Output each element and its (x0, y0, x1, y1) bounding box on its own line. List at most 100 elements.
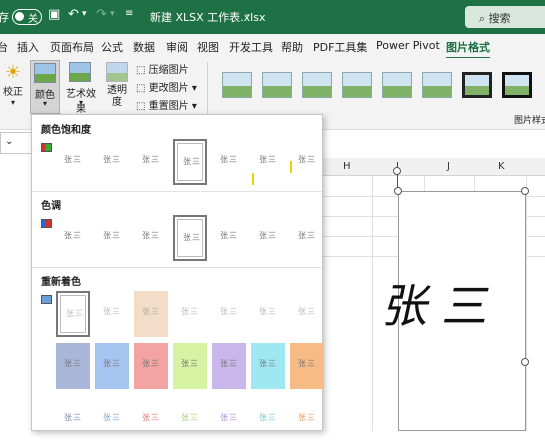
transparency-icon (106, 62, 128, 82)
chevron-down-icon: ▾ (10, 98, 15, 107)
chevron-down-icon: ▾ (188, 83, 197, 94)
tab-power-pivot[interactable]: Power Pivot (376, 39, 440, 52)
resize-handle-top-left[interactable] (394, 187, 402, 195)
search-label: 搜索 (488, 12, 511, 25)
redo-icon[interactable]: ↷ (96, 7, 107, 22)
change-picture-button[interactable]: ⬚ 更改图片 ▾ (136, 79, 197, 94)
thumbnail-signature: 张三 (259, 413, 277, 422)
undo-dropdown-icon[interactable]: ▾ (82, 9, 87, 19)
customize-quick-access-icon[interactable]: ≡ (125, 8, 133, 19)
autosave-toggle[interactable]: 关 (12, 9, 42, 25)
recolor-dark-option-7[interactable]: 张三 (290, 397, 324, 443)
tone-option-7[interactable]: 张三 (290, 215, 324, 261)
thumbnail-signature: 张三 (183, 233, 201, 242)
recolor-dark-option-5[interactable]: 张三 (212, 397, 246, 443)
tab-insert[interactable]: 插入 (17, 39, 39, 55)
column-header-j[interactable]: J (447, 161, 450, 172)
tab-view[interactable]: 视图 (197, 39, 219, 55)
picture-style-1[interactable] (222, 72, 252, 98)
tab-picture-format[interactable]: 图片格式 (446, 39, 490, 59)
picture-style-4[interactable] (342, 72, 372, 98)
thumbnail-signature: 张三 (142, 359, 160, 368)
recolor-light-option-1[interactable]: 张三 (56, 343, 90, 389)
picture-signature: 张三 (378, 279, 511, 333)
separator (32, 267, 322, 268)
recolor-dark-option-1[interactable]: 张三 (56, 397, 90, 443)
search-box[interactable]: ⌕ 搜索 (465, 6, 545, 28)
picture-color-icon (34, 63, 56, 83)
tab-help[interactable]: 帮助 (281, 39, 303, 55)
picture-style-8[interactable] (502, 72, 532, 98)
recolor-dark-option-3[interactable]: 张三 (134, 397, 168, 443)
recolor-option-1[interactable]: 张三 (56, 291, 90, 337)
tab-formulas[interactable]: 公式 (101, 39, 123, 55)
tone-option-2[interactable]: 张三 (95, 215, 129, 261)
group-divider (207, 62, 208, 120)
saturation-option-5[interactable]: 张三 (212, 139, 246, 185)
recolor-option-6[interactable]: 张三 (251, 291, 285, 337)
recolor-light-option-6[interactable]: 张三 (251, 343, 285, 389)
recolor-dark-option-4[interactable]: 张三 (173, 397, 207, 443)
thumbnail-signature: 张三 (142, 307, 160, 316)
tone-option-6[interactable]: 张三 (251, 215, 285, 261)
tab-home[interactable]: 台 (0, 39, 8, 55)
redo-dropdown-icon[interactable]: ▾ (110, 9, 115, 19)
tone-option-4[interactable]: 张三 (173, 215, 207, 261)
picture-style-6[interactable] (422, 72, 452, 98)
chevron-down-icon: ▾ (188, 101, 197, 112)
picture-style-5[interactable] (382, 72, 412, 98)
recolor-option-5[interactable]: 张三 (212, 291, 246, 337)
title-dropdown-icon[interactable]: ⌄ (244, 9, 252, 19)
tab-developer[interactable]: 开发工具 (229, 39, 273, 55)
thumbnail-signature: 张三 (64, 155, 82, 164)
search-icon: ⌕ (479, 12, 489, 25)
recolor-option-2[interactable]: 张三 (95, 291, 129, 337)
color-button[interactable]: 颜色 ▾ (30, 60, 60, 114)
recolor-dark-option-6[interactable]: 张三 (251, 397, 285, 443)
undo-icon[interactable]: ↶ (68, 7, 79, 22)
separator (32, 191, 322, 192)
tab-page-layout[interactable]: 页面布局 (50, 39, 94, 55)
column-header-k[interactable]: K (498, 161, 505, 172)
picture-style-3[interactable] (302, 72, 332, 98)
tab-data[interactable]: 数据 (133, 39, 155, 55)
saturation-option-4[interactable]: 张三 (173, 139, 207, 185)
saturation-option-1[interactable]: 张三 (56, 139, 90, 185)
recolor-light-option-5[interactable]: 张三 (212, 343, 246, 389)
title-bar: 存 关 ▣ ↶ ▾ ↷ ▾ ≡ 新建 XLSX 工作表.xlsx ⌄ ⌕ 搜索 (0, 0, 545, 34)
picture-style-2[interactable] (262, 72, 292, 98)
recolor-light-option-3[interactable]: 张三 (134, 343, 168, 389)
recolor-light-option-7[interactable]: 张三 (290, 343, 324, 389)
recolor-dark-option-2[interactable]: 张三 (95, 397, 129, 443)
column-header-h[interactable]: H (343, 161, 351, 172)
reset-picture-button[interactable]: ⬚ 重置图片 ▾ (136, 97, 197, 112)
saturation-option-2[interactable]: 张三 (95, 139, 129, 185)
recolor-light-option-4[interactable]: 张三 (173, 343, 207, 389)
saturation-option-3[interactable]: 张三 (134, 139, 168, 185)
change-picture-label: 更改图片 (148, 83, 189, 94)
tab-review[interactable]: 审阅 (166, 39, 188, 55)
thumbnail-signature: 张三 (142, 155, 160, 164)
recolor-option-4[interactable]: 张三 (173, 291, 207, 337)
thumbnail-signature: 张三 (220, 155, 238, 164)
corrections-button[interactable]: ☀ 校正 ▾ (2, 62, 24, 107)
column-headers: H I J K (323, 158, 545, 176)
recolor-option-7[interactable]: 张三 (290, 291, 324, 337)
tone-option-5[interactable]: 张三 (212, 215, 246, 261)
resize-handle-top-right[interactable] (521, 187, 529, 195)
recolor-option-3[interactable]: 张三 (134, 291, 168, 337)
save-icon[interactable]: ▣ (48, 7, 60, 22)
resize-handle-right[interactable] (521, 358, 529, 366)
tone-option-3[interactable]: 张三 (134, 215, 168, 261)
saturation-option-7[interactable]: 张三 (290, 139, 324, 185)
recolor-light-option-2[interactable]: 张三 (95, 343, 129, 389)
picture-style-7[interactable] (462, 72, 492, 98)
compress-pictures-button[interactable]: ⬚ 压缩图片 (136, 61, 189, 76)
saturation-option-6[interactable]: 张三 (251, 139, 285, 185)
thumbnail-signature: 张三 (259, 307, 277, 316)
tab-pdf-tools[interactable]: PDF工具集 (313, 39, 367, 55)
rotation-handle[interactable] (393, 167, 401, 175)
thumbnail-signature: 张三 (64, 231, 82, 240)
chevron-down-icon: ▾ (42, 99, 47, 108)
tone-option-1[interactable]: 张三 (56, 215, 90, 261)
